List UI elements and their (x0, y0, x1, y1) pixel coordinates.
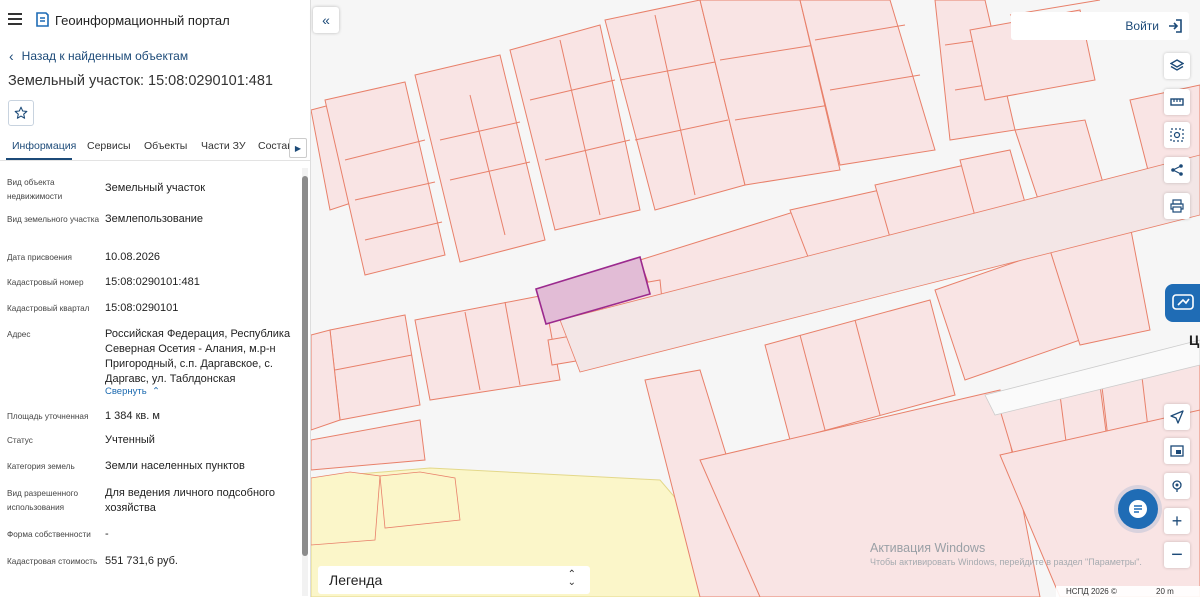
side-panel-tab[interactable] (1165, 284, 1200, 322)
property-label: Дата присвоения (7, 253, 72, 262)
back-label: Назад к найденным объектам (21, 49, 189, 63)
property-label: Вид земельного участка (7, 215, 100, 224)
collapse-panel-button[interactable]: « (313, 7, 339, 33)
login-button[interactable]: Войти (1011, 12, 1189, 40)
property-label: Кадастровый квартал (7, 304, 90, 313)
copyright-text: НСПД 2026 © (1066, 587, 1117, 596)
double-chevron-left-icon: « (322, 12, 330, 28)
property-value: - (105, 528, 109, 540)
collapse-label: Свернуть (105, 386, 147, 397)
zoom-in-button[interactable]: + (1164, 508, 1190, 534)
scale-label: 20 m (1156, 587, 1174, 596)
map-type-icon (1170, 445, 1184, 457)
print-icon (1170, 199, 1184, 213)
property-label: Вид объекта недвижимости (7, 178, 63, 201)
property-label: Вид разрешенного использования (7, 489, 79, 512)
property-label: Кадастровый номер (7, 278, 84, 287)
property-label: Площадь уточненная (7, 412, 89, 421)
map-type-button[interactable] (1164, 438, 1190, 464)
zoom-in-icon: + (1171, 511, 1183, 531)
feedback-icon (1171, 294, 1194, 310)
legend-dropdown[interactable]: Легенда ⌃ ⌄ (318, 566, 590, 594)
locate-button[interactable] (1164, 404, 1190, 430)
property-label: Адрес (7, 330, 31, 339)
road-label: Ц (1189, 332, 1200, 348)
login-label: Войти (1125, 19, 1159, 33)
panel-scrollbar[interactable] (302, 168, 308, 596)
geolocation-icon (1172, 480, 1182, 492)
property-value: 10.08.2026 (105, 251, 161, 263)
property-label: Форма собственности (7, 530, 91, 539)
cadastral-map[interactable] (311, 0, 1200, 597)
expand-icon: ⌃ ⌄ (567, 569, 576, 588)
zoom-out-button[interactable]: − (1164, 542, 1190, 568)
property-value: 551 731,6 руб. (105, 555, 178, 567)
active-tab-indicator (6, 158, 72, 160)
info-panel: Геоинформационный портал ‹ Назад к найде… (0, 0, 311, 597)
star-icon (14, 106, 28, 119)
back-to-results-link[interactable]: ‹ Назад к найденным объектам (9, 48, 188, 64)
chat-icon (1129, 500, 1147, 518)
windows-activation-text: Чтобы активировать Windows, перейдите в … (870, 557, 1142, 567)
app-title: Геоинформационный портал (55, 13, 230, 28)
property-value: 1 384 кв. м (105, 410, 160, 422)
map-attribution: НСПД 2026 © 20 m (1056, 586, 1200, 597)
tab-composition[interactable]: Состав (258, 140, 293, 152)
favorite-button[interactable] (8, 100, 34, 126)
property-value: Земельный участок (105, 182, 206, 194)
property-value: Для ведения личного подсобного хозяйства (105, 487, 276, 514)
property-value: Землепользование (105, 213, 204, 225)
share-icon (1171, 164, 1183, 176)
collapse-address-link[interactable]: Свернуть ⌃ (105, 386, 160, 397)
layers-icon (1170, 59, 1184, 71)
property-value: Учтенный (105, 434, 155, 446)
property-label: Кадастровая стоимость (7, 557, 98, 566)
print-button[interactable] (1164, 193, 1190, 219)
property-value: Земли населенных пунктов (105, 460, 245, 472)
share-button[interactable] (1164, 157, 1190, 183)
windows-activation-title: Активация Windows (870, 541, 986, 555)
legend-label: Легенда (329, 572, 383, 588)
locate-icon (1170, 410, 1184, 424)
tab-services[interactable]: Сервисы (87, 140, 131, 152)
tabs-scroll-right-button[interactable]: ▶ (289, 138, 307, 158)
address-value: Российская Федерация, Республика Северна… (105, 328, 291, 385)
object-title: Земельный участок: 15:08:0290101:481 (8, 73, 273, 89)
tab-parcel-parts[interactable]: Части ЗУ (201, 140, 246, 152)
chevron-up-icon: ⌃ (149, 386, 160, 397)
map-canvas[interactable]: Ц (311, 0, 1200, 597)
chevron-left-icon: ‹ (9, 48, 14, 64)
select-area-icon (1170, 128, 1184, 142)
ruler-icon (1170, 98, 1184, 106)
zoom-out-icon: − (1171, 544, 1183, 566)
property-value: 15:08:0290101:481 (105, 276, 200, 288)
select-area-button[interactable] (1164, 122, 1190, 148)
property-value: 15:08:0290101 (105, 302, 179, 314)
layers-button[interactable] (1164, 53, 1190, 79)
tab-information[interactable]: Информация (12, 140, 76, 152)
portal-logo-icon (36, 12, 49, 27)
chat-button[interactable] (1118, 489, 1158, 529)
geolocation-button[interactable] (1164, 473, 1190, 499)
tab-bar: Информация Сервисы Объекты Части ЗУ Сост… (0, 135, 310, 161)
property-label: Статус (7, 436, 33, 445)
tab-objects[interactable]: Объекты (144, 140, 187, 152)
zone-area (379, 471, 461, 529)
menu-icon[interactable] (8, 13, 22, 25)
ruler-button[interactable] (1164, 89, 1190, 115)
zone-area (311, 471, 381, 546)
app-header: Геоинформационный портал (0, 0, 310, 42)
scrollbar-thumb[interactable] (302, 176, 308, 556)
login-icon (1169, 19, 1182, 33)
property-label: Категория земель (7, 462, 75, 471)
